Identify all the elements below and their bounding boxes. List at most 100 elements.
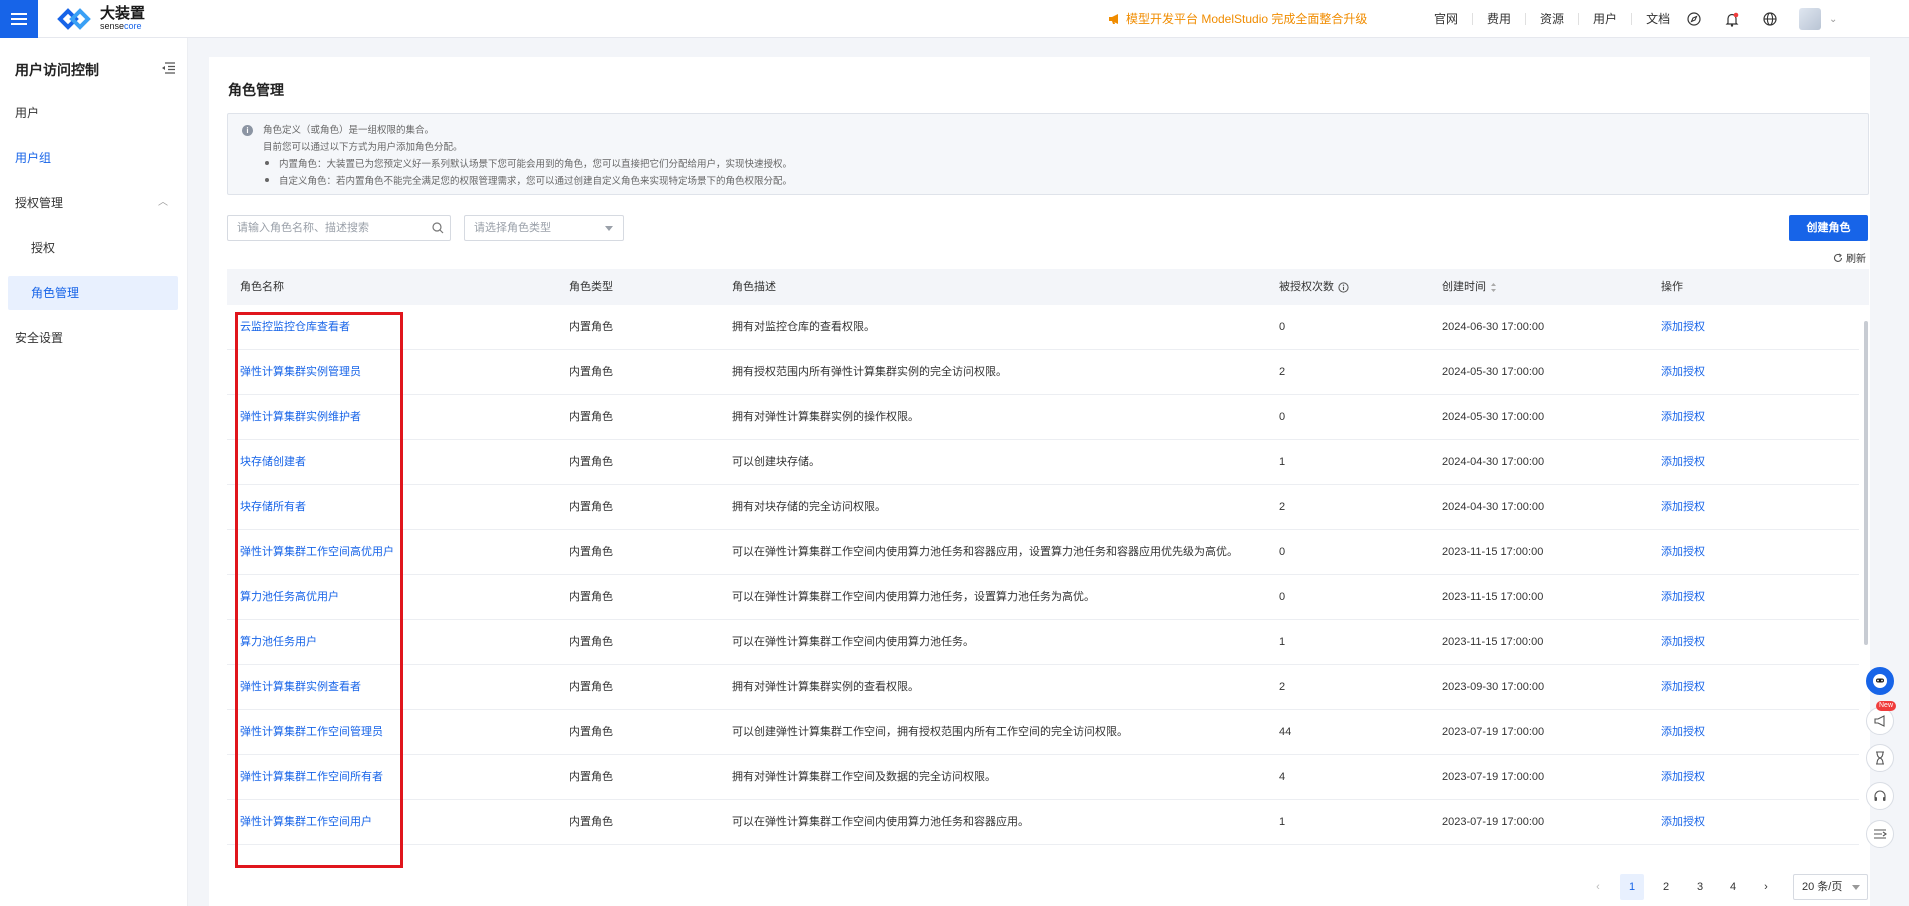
add-authorization-link[interactable]: 添加授权 (1661, 575, 1705, 619)
top-link-user[interactable]: 用户 (1579, 13, 1633, 25)
collapse-tools-icon[interactable] (1866, 820, 1894, 848)
assistant-bot-icon[interactable] (1866, 667, 1894, 695)
role-name-link[interactable]: 弹性计算集群实例管理员 (240, 350, 361, 394)
role-name-link[interactable]: 块存储创建者 (240, 440, 306, 484)
authorization-count-cell: 2 (1279, 366, 1286, 378)
top-link-website[interactable]: 官网 (1420, 13, 1474, 25)
role-name-link[interactable]: 数据标注平台管理员 (240, 845, 339, 857)
pagination-page-4[interactable]: 4 (1721, 874, 1745, 900)
add-authorization-link[interactable]: 添加授权 (1661, 665, 1705, 709)
sidebar-item-authorization-management[interactable]: 授权管理 ︿ (8, 186, 178, 220)
sidebar-item-user-groups[interactable]: 用户组 (8, 141, 178, 175)
add-authorization-link[interactable]: 添加授权 (1661, 755, 1705, 799)
role-type-cell: 内置角色 (569, 816, 613, 828)
role-type-cell: 内置角色 (569, 366, 613, 378)
add-authorization-link[interactable]: 添加授权 (1661, 800, 1705, 844)
role-name-link[interactable]: 弹性计算集群工作空间管理员 (240, 710, 383, 754)
refresh-button[interactable]: 刷新 (1833, 250, 1866, 265)
column-header-role-description: 角色描述 (732, 281, 776, 293)
collapse-sidebar-icon[interactable] (161, 62, 175, 74)
authorization-count-cell: 1 (1279, 456, 1286, 468)
role-description-cell: 拥有对弹性计算集群工作空间及数据的完全访问权限。 (732, 771, 996, 783)
table-row: 弹性计算集群实例查看者 内置角色 拥有对弹性计算集群实例的查看权限。 2 2023-09… (227, 665, 1859, 710)
role-name-link[interactable]: 块存储所有者 (240, 485, 306, 529)
page-size-select[interactable]: 20 条/页 (1793, 874, 1868, 900)
authorization-count-cell: 4 (1279, 771, 1286, 783)
role-name-link[interactable]: 弹性计算集群实例查看者 (240, 665, 361, 709)
add-authorization-link[interactable]: 添加授权 (1661, 845, 1705, 857)
top-link-billing[interactable]: 费用 (1473, 13, 1527, 25)
add-authorization-link[interactable]: 添加授权 (1661, 305, 1705, 349)
table-row: 算力池任务高优用户 内置角色 可以在弹性计算集群工作空间内使用算力池任务，设置算力池… (227, 575, 1859, 620)
create-role-button[interactable]: 创建角色 (1789, 215, 1868, 241)
table-row: 块存储创建者 内置角色 可以创建块存储。 1 2024-04-30 17:00:00 添加… (227, 440, 1859, 485)
refresh-icon (1834, 253, 1843, 262)
top-link-resources[interactable]: 资源 (1526, 13, 1580, 25)
search-icon[interactable] (432, 222, 444, 234)
column-header-authorization-count: 被授权次数 (1279, 269, 1349, 305)
info-line-2: 目前您可以通过以下方式为用户添加角色分配。 (263, 142, 463, 153)
compass-icon[interactable] (1685, 10, 1703, 28)
column-header-created-time[interactable]: 创建时间 (1442, 269, 1497, 305)
sidebar-item-role-management[interactable]: 角色管理 (8, 276, 178, 310)
promo-banner[interactable]: 模型开发平台 ModelStudio 完成全面整合升级 (1108, 10, 1367, 27)
info-bullet-2: 自定义角色：若内置角色不能完全满足您的权限管理需求，您可以通过创建自定义角色来实… (279, 176, 793, 187)
search-box (227, 215, 451, 241)
created-time-cell: 2023-07-19 17:00:00 (1442, 816, 1545, 828)
pagination-next-button[interactable]: › (1758, 874, 1774, 900)
info-circle-icon[interactable] (1338, 281, 1349, 293)
role-description-cell: 拥有对监控仓库的查看权限。 (732, 321, 875, 333)
sidebar-title: 用户访问控制 (15, 62, 99, 78)
sidebar-item-authorization[interactable]: 授权 (8, 231, 178, 265)
add-authorization-link[interactable]: 添加授权 (1661, 350, 1705, 394)
role-name-link[interactable]: 云监控监控仓库查看者 (240, 305, 350, 349)
info-icon: i (242, 125, 253, 136)
add-authorization-link[interactable]: 添加授权 (1661, 710, 1705, 754)
role-description-cell: 可以在弹性计算集群工作空间内使用算力池任务和容器应用。 (732, 816, 1029, 828)
pagination-page-1[interactable]: 1 (1620, 874, 1644, 900)
announcement-icon[interactable] (1866, 707, 1894, 735)
add-authorization-link[interactable]: 添加授权 (1661, 440, 1705, 484)
role-description-cell: 拥有授权范围内所有弹性计算集群实例的完全访问权限。 (732, 366, 1007, 378)
logo[interactable]: 大装置 sensecore (54, 6, 145, 31)
role-name-link[interactable]: 弹性计算集群实例维护者 (240, 395, 361, 439)
add-authorization-link[interactable]: 添加授权 (1661, 620, 1705, 664)
avatar[interactable] (1799, 8, 1821, 30)
role-description-cell: 拥有对块存储的完全访问权限。 (732, 501, 886, 513)
role-type-cell: 内置角色 (569, 546, 613, 558)
role-description-cell: 拥有对所有项目的完全访问权限。 (732, 845, 897, 857)
logo-subtitle: sensecore (100, 21, 142, 31)
role-name-link[interactable]: 算力池任务高优用户 (240, 575, 339, 619)
table-row: 弹性计算集群工作空间管理员 内置角色 可以创建弹性计算集群工作空间，拥有授权范围内所… (227, 710, 1859, 755)
add-authorization-link[interactable]: 添加授权 (1661, 530, 1705, 574)
role-type-cell: 内置角色 (569, 681, 613, 693)
globe-icon[interactable] (1761, 10, 1779, 28)
authorization-count-cell: 0 (1279, 546, 1286, 558)
bell-icon[interactable] (1723, 10, 1741, 28)
headset-icon[interactable] (1866, 782, 1894, 810)
sidebar-item-security-settings[interactable]: 安全设置 (8, 321, 178, 355)
hamburger-menu-icon[interactable] (0, 0, 38, 38)
role-type-select[interactable]: 请选择角色类型 (464, 215, 624, 241)
role-name-link[interactable]: 弹性计算集群工作空间高优用户 (240, 530, 394, 574)
role-type-cell: 内置角色 (569, 771, 613, 783)
sort-icon[interactable] (1490, 282, 1497, 293)
pagination-page-3[interactable]: 3 (1688, 874, 1712, 900)
search-input[interactable] (228, 216, 418, 240)
created-time-cell: 2023-07-19 17:00:00 (1442, 771, 1545, 783)
pagination-page-2[interactable]: 2 (1654, 874, 1678, 900)
add-authorization-link[interactable]: 添加授权 (1661, 485, 1705, 529)
created-time-cell: 2023-11-15 17:00:00 (1442, 546, 1544, 558)
hourglass-icon[interactable] (1866, 744, 1894, 772)
table-scrollbar[interactable] (1864, 321, 1868, 645)
sidebar-item-users[interactable]: 用户 (8, 96, 178, 130)
role-name-link[interactable]: 弹性计算集群工作空间所有者 (240, 755, 383, 799)
add-authorization-link[interactable]: 添加授权 (1661, 395, 1705, 439)
top-link-docs[interactable]: 文档 (1632, 13, 1684, 25)
role-type-cell: 内置角色 (569, 411, 613, 423)
chevron-down-icon[interactable]: ⌄ (1829, 14, 1837, 25)
table-row: 数据标注平台管理员 内置角色 拥有对所有项目的完全访问权限。 20 2023-06-30… (227, 845, 1859, 857)
pagination-prev-button[interactable]: ‹ (1590, 874, 1606, 900)
role-name-link[interactable]: 算力池任务用户 (240, 620, 317, 664)
role-name-link[interactable]: 弹性计算集群工作空间用户 (240, 800, 372, 844)
